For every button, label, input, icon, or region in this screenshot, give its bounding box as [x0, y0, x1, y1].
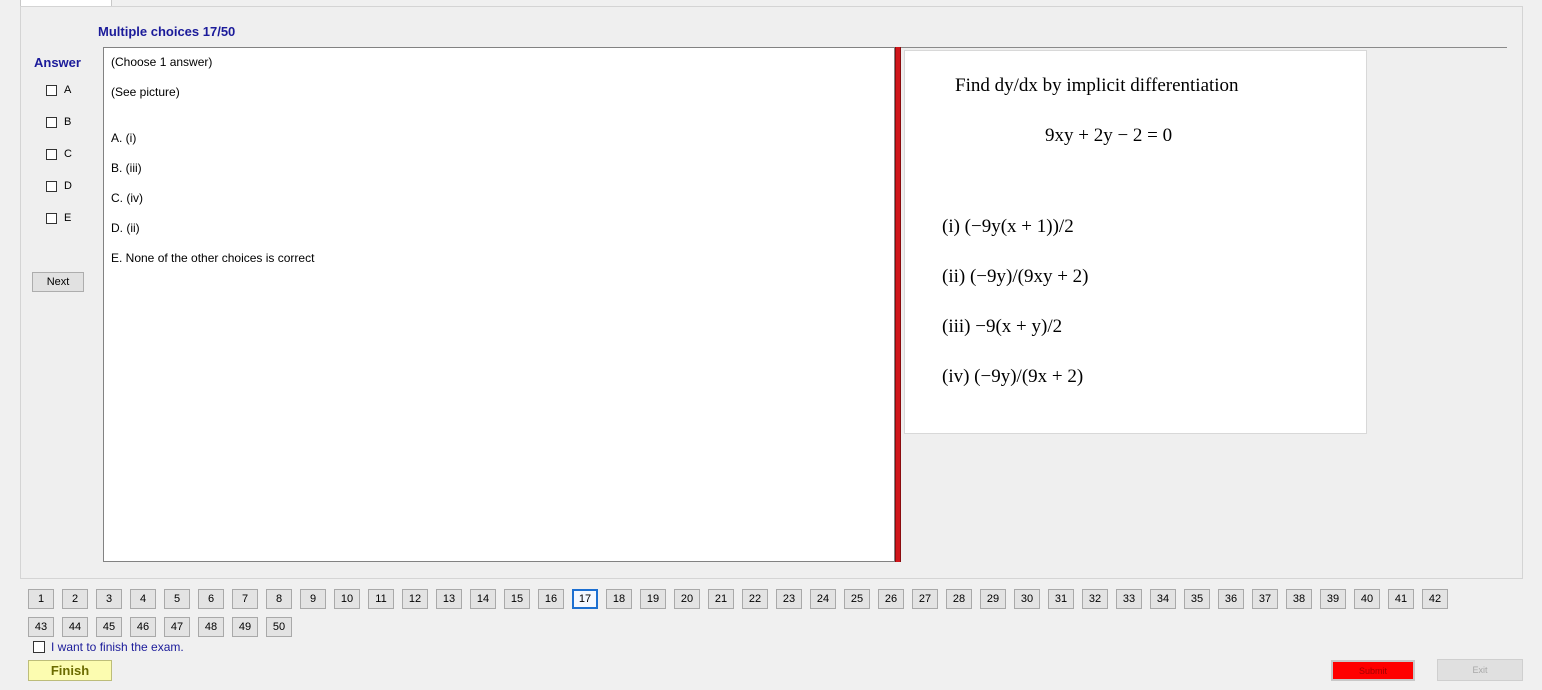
- see-picture-text: (See picture): [111, 85, 180, 99]
- checkbox-icon[interactable]: [46, 84, 57, 96]
- question-nav-button-5[interactable]: 5: [164, 589, 190, 609]
- question-nav-button-49[interactable]: 49: [232, 617, 258, 637]
- question-nav-button-16[interactable]: 16: [538, 589, 564, 609]
- question-nav-button-3[interactable]: 3: [96, 589, 122, 609]
- answer-option-b[interactable]: B: [46, 114, 71, 130]
- answer-option-e[interactable]: E: [46, 210, 71, 226]
- question-nav-button-25[interactable]: 25: [844, 589, 870, 609]
- exit-button: Exit: [1437, 659, 1523, 681]
- checkbox-icon[interactable]: [46, 116, 57, 128]
- question-nav-button-7[interactable]: 7: [232, 589, 258, 609]
- question-nav-button-29[interactable]: 29: [980, 589, 1006, 609]
- submit-button[interactable]: Submit: [1331, 660, 1415, 681]
- checkbox-icon[interactable]: [33, 641, 45, 653]
- picture-item-ii: (ii) (−9y)/(9xy + 2): [942, 266, 1089, 287]
- picture-equation: 9xy + 2y − 2 = 0: [1045, 125, 1173, 146]
- picture-prompt: Find dy/dx by implicit differentiation: [955, 75, 1239, 96]
- question-nav-button-37[interactable]: 37: [1252, 589, 1278, 609]
- question-title: Multiple choices 17/50: [98, 24, 236, 39]
- answer-option-label: E: [64, 212, 72, 224]
- question-picture: Find dy/dx by implicit differentiation 9…: [904, 50, 1367, 434]
- question-nav-button-27[interactable]: 27: [912, 589, 938, 609]
- question-nav-button-21[interactable]: 21: [708, 589, 734, 609]
- question-nav-button-6[interactable]: 6: [198, 589, 224, 609]
- question-nav-button-32[interactable]: 32: [1082, 589, 1108, 609]
- question-nav-button-46[interactable]: 46: [130, 617, 156, 637]
- checkbox-icon[interactable]: [46, 148, 57, 160]
- choice-c-text: C. (iv): [111, 191, 143, 205]
- answer-option-d[interactable]: D: [46, 178, 72, 194]
- picture-item-iv: (iv) (−9y)/(9x + 2): [942, 366, 1084, 387]
- question-nav-button-41[interactable]: 41: [1388, 589, 1414, 609]
- question-nav-button-38[interactable]: 38: [1286, 589, 1312, 609]
- question-nav-button-9[interactable]: 9: [300, 589, 326, 609]
- answer-option-a[interactable]: A: [46, 82, 71, 98]
- question-nav-button-35[interactable]: 35: [1184, 589, 1210, 609]
- question-nav-button-11[interactable]: 11: [368, 589, 394, 609]
- answer-option-label: A: [64, 84, 72, 96]
- question-nav-button-44[interactable]: 44: [62, 617, 88, 637]
- question-nav-button-8[interactable]: 8: [266, 589, 292, 609]
- question-nav-button-14[interactable]: 14: [470, 589, 496, 609]
- checkbox-icon[interactable]: [46, 180, 57, 192]
- question-nav-button-31[interactable]: 31: [1048, 589, 1074, 609]
- question-nav-button-19[interactable]: 19: [640, 589, 666, 609]
- question-nav-button-45[interactable]: 45: [96, 617, 122, 637]
- choice-b-text: B. (iii): [111, 161, 142, 175]
- question-nav-button-43[interactable]: 43: [28, 617, 54, 637]
- question-nav-button-22[interactable]: 22: [742, 589, 768, 609]
- question-nav-button-33[interactable]: 33: [1116, 589, 1142, 609]
- finish-exam-label: I want to finish the exam.: [51, 640, 184, 654]
- question-nav-button-50[interactable]: 50: [266, 617, 292, 637]
- question-nav-button-26[interactable]: 26: [878, 589, 904, 609]
- question-nav-button-18[interactable]: 18: [606, 589, 632, 609]
- question-nav-button-36[interactable]: 36: [1218, 589, 1244, 609]
- question-instruction: (Choose 1 answer): [111, 55, 213, 69]
- answer-option-c[interactable]: C: [46, 146, 72, 162]
- question-nav-button-30[interactable]: 30: [1014, 589, 1040, 609]
- answer-option-label: D: [64, 180, 72, 192]
- picture-item-i: (i) (−9y(x + 1))/2: [942, 216, 1074, 237]
- question-nav-button-17[interactable]: 17: [572, 589, 598, 609]
- question-nav-button-28[interactable]: 28: [946, 589, 972, 609]
- question-nav-button-40[interactable]: 40: [1354, 589, 1380, 609]
- question-nav-button-42[interactable]: 42: [1422, 589, 1448, 609]
- question-nav-button-24[interactable]: 24: [810, 589, 836, 609]
- answer-option-label: C: [64, 148, 72, 160]
- next-button[interactable]: Next: [32, 272, 84, 292]
- question-nav-button-2[interactable]: 2: [62, 589, 88, 609]
- question-text-area[interactable]: (Choose 1 answer) (See picture) A. (i) B…: [103, 47, 895, 562]
- choice-e-text: E. None of the other choices is correct: [111, 251, 315, 265]
- finish-exam-checkbox[interactable]: I want to finish the exam.: [27, 640, 184, 654]
- question-nav-button-4[interactable]: 4: [130, 589, 156, 609]
- question-nav-button-23[interactable]: 23: [776, 589, 802, 609]
- question-nav-button-47[interactable]: 47: [164, 617, 190, 637]
- question-nav-button-34[interactable]: 34: [1150, 589, 1176, 609]
- question-nav-button-10[interactable]: 10: [334, 589, 360, 609]
- checkbox-icon[interactable]: [46, 212, 57, 224]
- answer-option-label: B: [64, 116, 72, 128]
- question-nav-button-15[interactable]: 15: [504, 589, 530, 609]
- choice-a-text: A. (i): [111, 131, 137, 145]
- question-nav-button-12[interactable]: 12: [402, 589, 428, 609]
- question-nav-button-1[interactable]: 1: [28, 589, 54, 609]
- question-nav-button-20[interactable]: 20: [674, 589, 700, 609]
- question-nav-button-39[interactable]: 39: [1320, 589, 1346, 609]
- picture-item-iii: (iii) −9(x + y)/2: [942, 316, 1063, 337]
- answer-label: Answer: [34, 55, 81, 70]
- choice-d-text: D. (ii): [111, 221, 140, 235]
- finish-button[interactable]: Finish: [28, 660, 112, 681]
- question-nav-button-48[interactable]: 48: [198, 617, 224, 637]
- question-nav-button-13[interactable]: 13: [436, 589, 462, 609]
